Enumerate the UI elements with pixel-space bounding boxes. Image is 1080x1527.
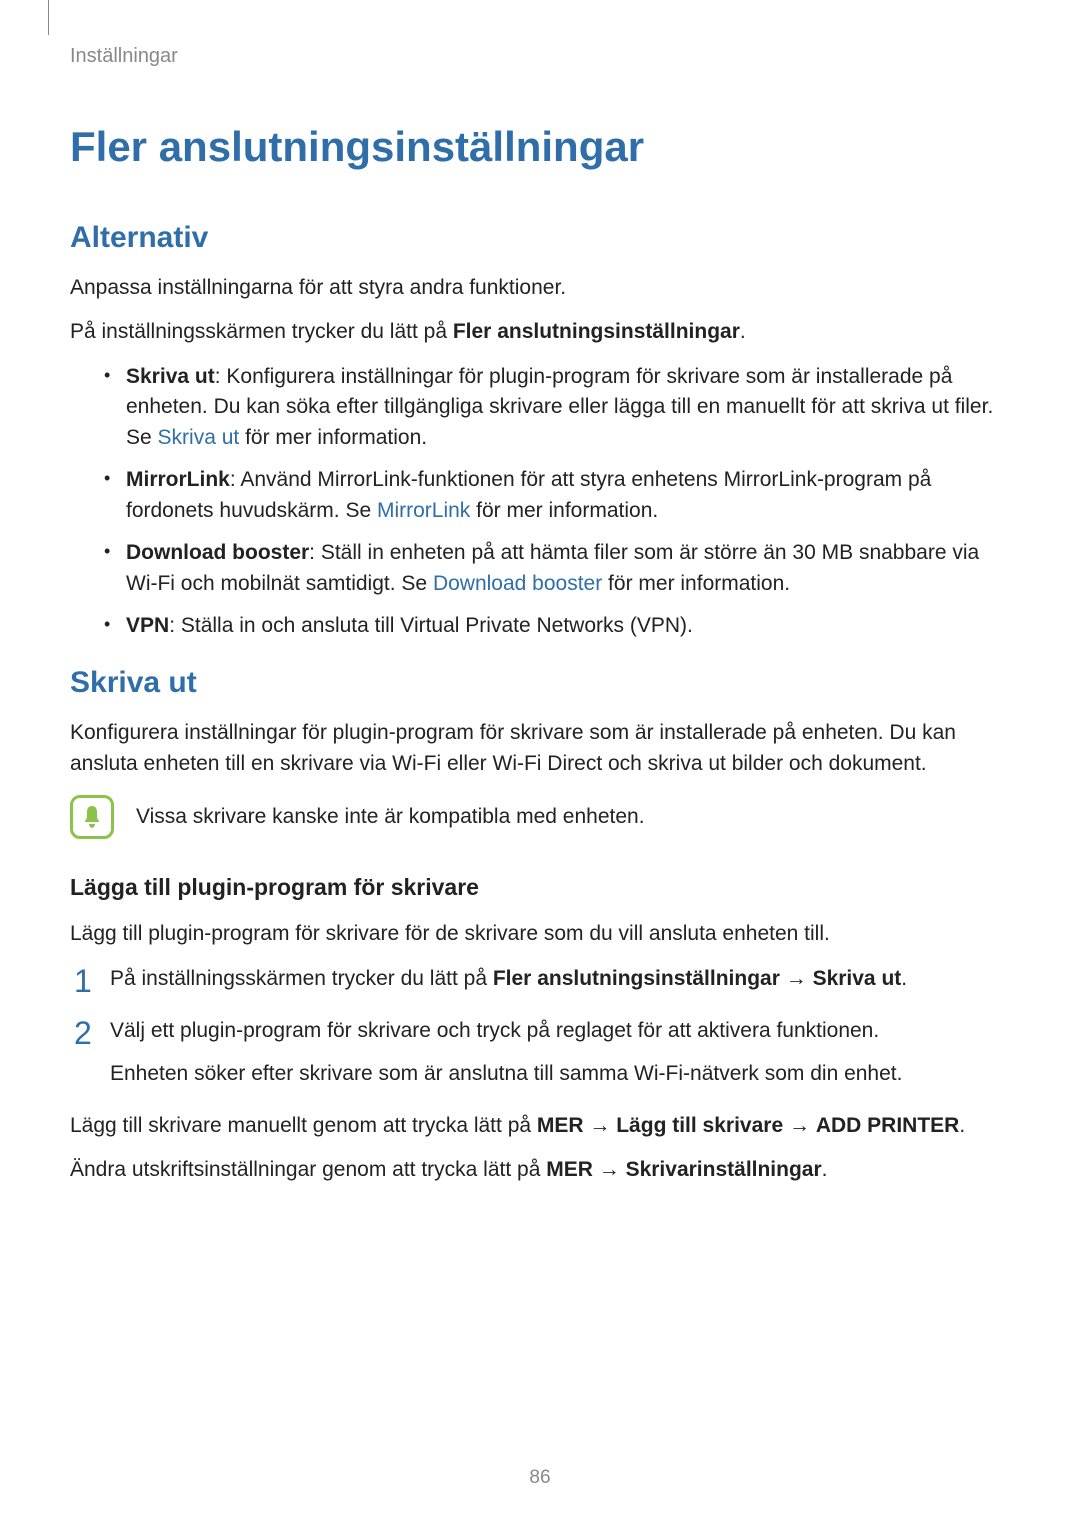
text: . [959, 1114, 965, 1137]
bullet-list: Skriva ut: Konfigurera inställningar för… [100, 362, 1010, 642]
text: Enheten söker efter skrivare som är ansl… [110, 1059, 1010, 1089]
numbered-steps: 1 På inställningsskärmen trycker du lätt… [70, 964, 1010, 1089]
arrow-text: → [783, 1114, 816, 1137]
margin-line [48, 0, 49, 35]
note-text: Vissa skrivare kanske inte är kompatibla… [136, 802, 645, 832]
text: På inställningsskärmen trycker du lätt p… [70, 320, 453, 343]
text: Ändra utskriftsinställningar genom att t… [70, 1158, 546, 1181]
bold-text: Download booster [126, 541, 309, 564]
step-number: 2 [74, 1010, 92, 1056]
text: för mer information. [602, 572, 790, 595]
step-item: 2 Välj ett plugin-program för skrivare o… [70, 1016, 1010, 1089]
link-mirrorlink[interactable]: MirrorLink [377, 499, 470, 522]
bold-text: Fler anslutningsinställningar [493, 967, 780, 990]
list-item: VPN: Ställa in och ansluta till Virtual … [100, 611, 1010, 641]
bold-text: Lägg till skrivare [616, 1114, 783, 1137]
bell-icon [70, 795, 114, 839]
text: . [901, 967, 907, 990]
paragraph: Lägg till skrivare manuellt genom att tr… [70, 1111, 1010, 1141]
bold-text: Fler anslutningsinställningar [453, 320, 740, 343]
page-title: Fler anslutningsinställningar [70, 123, 1010, 171]
step-item: 1 På inställningsskärmen trycker du lätt… [70, 964, 1010, 994]
bold-text: Skriva ut [813, 967, 902, 990]
bold-text: MER [537, 1114, 584, 1137]
list-item: Download booster: Ställ in enheten på at… [100, 538, 1010, 599]
paragraph: På inställningsskärmen trycker du lätt p… [70, 317, 1010, 347]
bold-text: Skriva ut [126, 365, 215, 388]
section-heading-skriva-ut: Skriva ut [70, 666, 1010, 700]
text: för mer information. [239, 426, 427, 449]
bold-text: ADD PRINTER [816, 1114, 960, 1137]
arrow-text: → [780, 967, 813, 990]
breadcrumb: Inställningar [70, 45, 1010, 68]
text: Lägg till skrivare manuellt genom att tr… [70, 1114, 537, 1137]
paragraph: Anpassa inställningarna för att styra an… [70, 273, 1010, 303]
text: för mer information. [470, 499, 658, 522]
bold-text: MER [546, 1158, 593, 1181]
subheading: Lägga till plugin-program för skrivare [70, 874, 1010, 901]
paragraph: Lägg till plugin-program för skrivare fö… [70, 919, 1010, 949]
page-number: 86 [0, 1467, 1080, 1489]
arrow-text: → [584, 1114, 617, 1137]
link-skriva-ut[interactable]: Skriva ut [158, 426, 240, 449]
step-number: 1 [74, 958, 92, 1004]
list-item: Skriva ut: Konfigurera inställningar för… [100, 362, 1010, 453]
bold-text: MirrorLink [126, 468, 230, 491]
bold-text: VPN [126, 614, 169, 637]
text: På inställningsskärmen trycker du lätt p… [110, 967, 493, 990]
text: . [822, 1158, 828, 1181]
bold-text: Skrivarinställningar [626, 1158, 822, 1181]
text: Välj ett plugin-program för skrivare och… [110, 1019, 879, 1042]
section-heading-alternativ: Alternativ [70, 221, 1010, 255]
paragraph: Ändra utskriftsinställningar genom att t… [70, 1155, 1010, 1185]
arrow-text: → [593, 1158, 626, 1181]
list-item: MirrorLink: Använd MirrorLink-funktionen… [100, 465, 1010, 526]
text: : Ställa in och ansluta till Virtual Pri… [169, 614, 693, 637]
link-download-booster[interactable]: Download booster [433, 572, 602, 595]
text: . [740, 320, 746, 343]
paragraph: Konfigurera inställningar för plugin-pro… [70, 718, 1010, 779]
note-callout: Vissa skrivare kanske inte är kompatibla… [70, 795, 1010, 839]
